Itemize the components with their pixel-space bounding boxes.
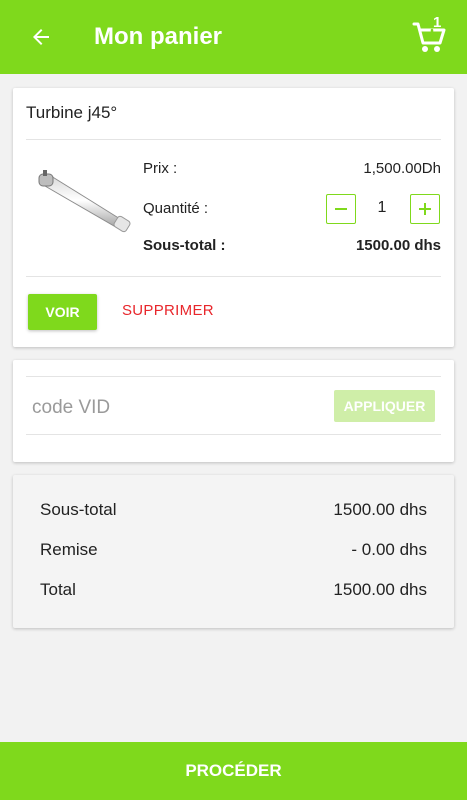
price-value: 1,500.00Dh [363,160,441,177]
divider [26,376,441,377]
summary-discount-label: Remise [40,540,98,559]
quantity-increase-button[interactable] [410,194,440,224]
promo-code-input[interactable] [32,394,312,422]
minus-icon [335,208,347,210]
summary-subtotal-label: Sous-total [40,500,117,519]
summary-total-label: Total [40,580,76,599]
cart-button[interactable] [410,18,450,58]
divider [26,434,441,435]
divider [26,139,441,140]
summary-discount-value: - 0.00 dhs [351,540,427,559]
quantity-label: Quantité : [143,200,209,217]
proceed-button[interactable]: PROCÉDER [0,742,467,800]
subtotal-label: Sous-total : [143,237,226,254]
product-image [38,170,131,233]
cart-item-card: Turbine j45° Prix : 1,500.00Dh Quantité … [13,88,454,347]
page-title: Mon panier [94,23,223,50]
order-summary-card: Sous-total 1500.00 dhs Remise - 0.00 dhs… [13,475,454,628]
summary-total-value: 1500.00 dhs [333,580,427,599]
price-label: Prix : [143,160,178,177]
cart-icon [412,22,446,52]
promo-code-card: APPLIQUER [13,360,454,462]
cart-count-badge: 1 [433,14,442,31]
subtotal-value: 1500.00 dhs [355,237,441,254]
quantity-decrease-button[interactable] [326,194,356,224]
app-bar: Mon panier 1 [0,0,467,74]
view-button[interactable]: VOIR [28,294,97,330]
summary-subtotal-value: 1500.00 dhs [333,500,427,519]
divider [26,276,441,277]
product-name: Turbine j45° [26,103,118,122]
arrow-left-icon [33,29,49,45]
quantity-value: 1 [377,199,387,216]
delete-button[interactable]: SUPPRIMER [122,302,214,319]
plus-icon [419,203,431,215]
apply-code-button[interactable]: APPLIQUER [334,390,435,422]
back-button[interactable] [26,22,56,52]
